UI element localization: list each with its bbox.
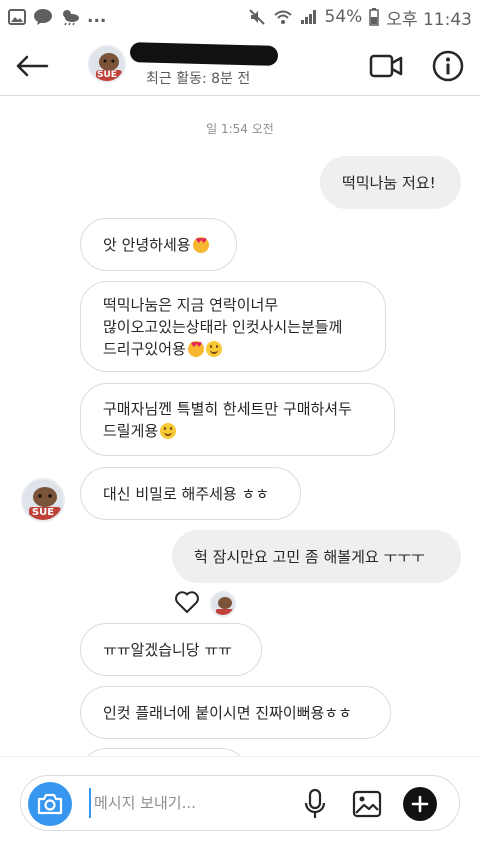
camera-button[interactable]	[28, 782, 72, 826]
message-thread[interactable]: 일 1:54 오전 떡믹나눔 저요! 앗 안녕하세용 떡믹나눔은 지금 연락이너…	[0, 96, 480, 756]
message-bubble-incoming[interactable]: 앗 안녕하세용	[80, 218, 237, 271]
message-text: 앗 안녕하세용	[103, 235, 191, 254]
mute-icon	[248, 8, 266, 26]
info-icon	[432, 50, 464, 82]
microphone-icon	[304, 788, 326, 818]
message-reactions	[174, 590, 236, 618]
add-content-button[interactable]	[403, 787, 437, 821]
message-bubble-outgoing[interactable]: 헉 잠시만요 고민 좀 해볼게요 ㅜㅜㅜ	[172, 530, 461, 583]
smile-emoji-icon	[205, 340, 222, 357]
more-notifications: ...	[87, 7, 107, 27]
weather-icon	[60, 8, 80, 26]
image-icon	[8, 9, 26, 25]
message-bubble-incoming[interactable]: 인컷 플래너에 붙이시면 진짜이뻐용ㅎㅎ	[80, 686, 391, 739]
gallery-button[interactable]	[349, 784, 385, 824]
active-status: 최근 활동: 8분 전	[146, 71, 251, 87]
reactor-avatar[interactable]	[210, 591, 236, 617]
composer-bar	[0, 756, 480, 853]
avatar-label: SUE	[97, 70, 117, 80]
battery-percent: 54%	[324, 7, 363, 27]
heart-icon[interactable]	[174, 590, 200, 618]
message-bubble-incoming[interactable]: ㅠㅠ알겠습니당 ㅠㅠ	[80, 623, 262, 676]
status-bar: ... 54% 오후 11:43	[0, 0, 480, 34]
plus-icon	[411, 795, 429, 813]
chat-header: SUE 최근 활동: 8분 전	[0, 34, 480, 96]
signal-icon	[300, 9, 318, 25]
camera-icon	[37, 793, 63, 815]
message-text: 헉 잠시만요 고민 좀 해볼게요 ㅜㅜㅜ	[194, 547, 425, 566]
redacted-name	[129, 42, 279, 66]
arrow-left-icon	[16, 55, 49, 77]
message-input[interactable]	[89, 788, 289, 818]
message-timestamp: 일 1:54 오전	[206, 122, 274, 136]
clock: 오후 11:43	[386, 9, 472, 30]
message-text: 대신 비밀로 해주세용 ㅎㅎ	[103, 484, 270, 503]
video-call-button[interactable]	[366, 46, 406, 86]
video-camera-icon	[369, 54, 403, 78]
message-text: 떡믹나눔 저요!	[342, 173, 436, 192]
wifi-icon	[273, 9, 293, 25]
info-button[interactable]	[428, 46, 468, 86]
message-text: 구매자님껜 특별히 한세트만 구매하셔두 드릴게용	[103, 399, 352, 440]
message-bubble-incoming[interactable]: 구매자님껜 특별히 한세트만 구매하셔두 드릴게용	[80, 383, 395, 456]
system-status: 54% 오후 11:43	[248, 5, 472, 30]
kakaotalk-icon	[33, 8, 53, 26]
message-bubble-outgoing[interactable]: 떡믹나눔 저요!	[320, 156, 461, 209]
gallery-icon	[352, 790, 382, 818]
back-button[interactable]	[12, 46, 52, 86]
heart-eyes-emoji-icon	[187, 340, 204, 357]
sender-avatar[interactable]: SUE	[21, 478, 65, 522]
message-bubble-incoming[interactable]	[80, 748, 248, 756]
heart-eyes-emoji-icon	[192, 236, 209, 253]
message-bubble-incoming[interactable]: 대신 비밀로 해주세용 ㅎㅎ	[80, 467, 301, 520]
notification-icons: ...	[8, 7, 106, 27]
profile-avatar[interactable]: SUE	[88, 45, 126, 83]
smile-emoji-icon	[160, 422, 177, 439]
avatar-label: SUE	[31, 507, 55, 518]
message-text: 인컷 플래너에 붙이시면 진짜이뻐용ㅎㅎ	[103, 703, 352, 722]
message-text: ㅠㅠ알겠습니당 ㅠㅠ	[103, 640, 232, 659]
message-composer	[20, 775, 460, 831]
message-text: 떡믹나눔은 지금 연락이너무 많이오고있는상태라 인컷사시는분들께 드리구있어용	[103, 295, 343, 358]
battery-icon	[369, 8, 380, 26]
voice-message-button[interactable]	[297, 784, 333, 824]
message-bubble-incoming[interactable]: 떡믹나눔은 지금 연락이너무 많이오고있는상태라 인컷사시는분들께 드리구있어용	[80, 281, 386, 372]
